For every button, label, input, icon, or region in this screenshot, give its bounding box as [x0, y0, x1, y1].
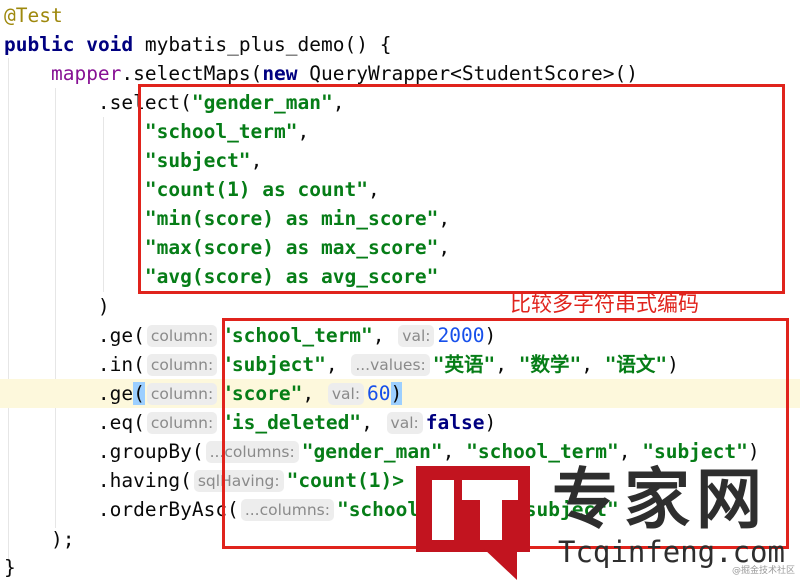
code-token: mapper	[50, 62, 122, 85]
code-text: }	[4, 553, 16, 582]
code-token: )	[4, 295, 110, 318]
parameter-hint: column:	[146, 325, 218, 347]
watermark-logo-t-stem	[480, 498, 502, 540]
code-token: );	[4, 528, 75, 551]
watermark-name: 专家网	[552, 461, 768, 538]
code-token: .ge	[4, 382, 134, 405]
watermark-logo-t	[462, 480, 518, 500]
code-token: .selectMaps(	[121, 62, 263, 85]
code-token: QueryWrapper<StudentScore>()	[297, 62, 639, 85]
parameter-hint: column:	[146, 354, 218, 376]
code-token: .groupBy(	[4, 440, 204, 463]
watermark-source: @掘金技术社区	[732, 566, 796, 576]
parameter-hint: column:	[146, 412, 218, 434]
code-token: (	[133, 382, 145, 405]
code-text: )	[4, 292, 110, 321]
code-token: .orderByAsc(	[4, 498, 239, 521]
annotation-label: 比较多字符串式编码	[510, 292, 699, 316]
code-token: new	[262, 62, 298, 85]
code-text: public void mybatis_plus_demo() {	[4, 30, 391, 59]
code-token: .having(	[4, 469, 192, 492]
code-token: .in(	[4, 353, 145, 376]
parameter-hint: column:	[146, 383, 218, 405]
watermark-logo-i	[432, 480, 454, 540]
code-line[interactable]: @Test	[0, 1, 800, 30]
select-annotation-box	[138, 84, 785, 294]
watermark-logo-tail	[483, 548, 517, 580]
code-token: mybatis_plus_demo() {	[133, 33, 392, 56]
code-token: public	[4, 33, 75, 56]
code-token: .ge(	[4, 324, 145, 347]
code-text: );	[4, 525, 75, 554]
code-token: }	[4, 556, 16, 579]
code-token: .eq(	[4, 411, 145, 434]
code-token: @Test	[4, 4, 63, 27]
code-text: @Test	[4, 1, 63, 30]
code-line[interactable]: public void mybatis_plus_demo() {	[0, 30, 800, 59]
code-token: void	[86, 33, 134, 56]
